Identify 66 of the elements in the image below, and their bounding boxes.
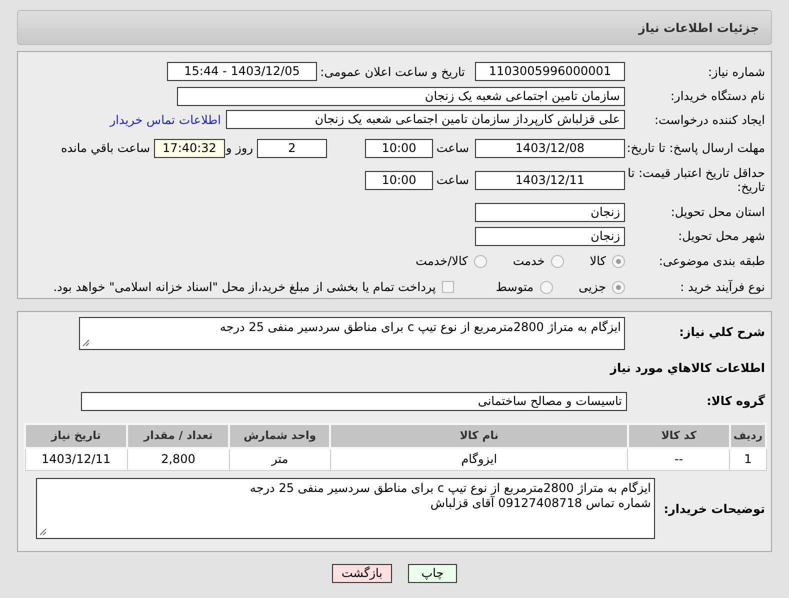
option-label: کالا/خدمت — [416, 253, 468, 270]
field-label: حداقل تاریخ اعتبار قیمت: تا تاریخ: — [626, 166, 765, 194]
input-field[interactable]: 2 — [257, 138, 327, 158]
table-cell: 1 — [730, 448, 766, 470]
column-header: نام کالا — [330, 424, 628, 448]
option-label: جزیی — [578, 279, 606, 296]
notes-field[interactable]: ایزگام به متراژ 2800مترمربع از نوع تیپ c برای مناطق سردسیر منفی 25 درجه شماره تماس 09127408718 آقای قزلباش — [36, 478, 655, 539]
table-cell: -- — [628, 448, 730, 470]
option-label: خدمت — [512, 253, 545, 270]
column-header: واحد شمارش — [229, 424, 330, 448]
column-header: کد کالا — [628, 424, 730, 448]
column-header: تعداد / مقدار — [127, 424, 230, 448]
field-label: روز و — [225, 140, 254, 157]
input-field[interactable]: 10:00 — [365, 170, 433, 190]
input-field[interactable]: زنجان — [475, 226, 625, 246]
text-line: شماره تماس 09127408718 آقای قزلباش — [429, 496, 651, 511]
field-label: شرح کلي نیاز: — [678, 324, 765, 341]
section-title: اطلاعات كالاهاي مورد نياز — [608, 360, 765, 377]
radio-button[interactable] — [474, 254, 487, 268]
radio-button[interactable] — [612, 254, 625, 268]
field-label: گروه کالا: — [706, 393, 765, 410]
input-field[interactable]: سازمان تامین اجتماعی شعبه یک زنجان — [177, 86, 625, 106]
option-label: کالا — [590, 253, 606, 270]
table-cell: ایزوگام — [330, 448, 628, 470]
field-label: تاریخ و ساعت اعلان عمومی: — [319, 64, 466, 80]
field-label: شماره نیاز: — [707, 64, 765, 80]
field-label: طبقه بندی موضوعی: — [658, 253, 765, 270]
input-field[interactable]: 1103005996000001 — [475, 62, 625, 81]
description-field[interactable]: ایزگام به متراژ 2800مترمربع از نوع تیپ c برای مناطق سردسیر منفی 25 درجه — [79, 317, 625, 350]
table-cell: 1403/12/11 — [25, 448, 128, 470]
text-line: ایزگام به متراژ 2800مترمربع از نوع تیپ c برای مناطق سردسیر منفی 25 درجه — [218, 320, 621, 335]
input-field[interactable]: 1403/12/05 - 15:44 — [167, 62, 317, 81]
page-header: جزئیات اطلاعات نیاز — [17, 10, 772, 45]
field-label: ساعت — [435, 140, 470, 157]
back-button[interactable]: بازگشت — [332, 564, 392, 583]
input-field[interactable]: 1403/12/11 — [475, 170, 625, 190]
option-label: متوسط — [496, 279, 534, 296]
column-header: تاریخ نیاز — [25, 424, 128, 448]
field-label: توضیحات خریدار: — [662, 500, 765, 518]
table-cell: 2,800 — [127, 448, 230, 470]
input-field[interactable]: زنجان — [475, 202, 625, 222]
resize-grip-icon — [39, 528, 47, 536]
field-label: ایجاد کننده درخواست: — [653, 112, 765, 128]
print-button[interactable]: چاپ — [408, 564, 457, 583]
column-header: ردیف — [730, 424, 766, 448]
text-line: ایزگام به متراژ 2800مترمربع از نوع تیپ c برای مناطق سردسیر منفی 25 درجه — [248, 481, 651, 496]
radio-button[interactable] — [612, 280, 625, 294]
field-label: ساعت — [435, 172, 470, 189]
checkbox[interactable] — [442, 281, 454, 293]
radio-button[interactable] — [540, 280, 553, 294]
input-field[interactable]: 1403/12/08 — [475, 138, 625, 158]
table-cell: متر — [229, 448, 330, 470]
field-label: نام دستگاه خریدار: — [670, 88, 765, 105]
checkbox-label: پرداخت تمام یا بخشی از مبلغ خرید،از محل "اسناد خزانه اسلامی" خواهد بود. — [53, 279, 436, 296]
contact-link[interactable]: اطلاعات تماس خریدار — [110, 110, 221, 128]
field-label: استان محل تحویل: — [670, 204, 765, 221]
input-field[interactable]: علی قزلباش کارپرداز سازمان تامین اجتماعی شعبه یک زنجان — [226, 110, 625, 129]
field-label: مهلت ارسال پاسخ: تا تاریخ: — [626, 141, 765, 155]
resize-grip-icon — [82, 339, 90, 347]
input-field[interactable]: 10:00 — [365, 138, 433, 158]
radio-button[interactable] — [550, 254, 564, 268]
field-label: شهر محل تحویل: — [677, 228, 765, 245]
input-field[interactable]: تاسیسات و مصالح ساختمانی — [81, 392, 627, 410]
field-label: ساعت باقي مانده — [60, 140, 151, 157]
input-field[interactable]: 17:40:32 — [154, 138, 225, 158]
field-label: نوع فرآیند خرید : — [679, 279, 765, 296]
